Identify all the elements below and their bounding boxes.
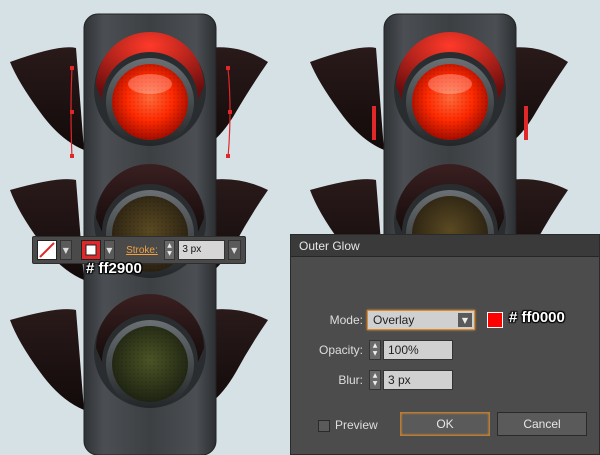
blur-label: Blur:	[338, 373, 363, 387]
dialog-body: Mode: Overlay ▼ # ff0000 Opacity: ▲ ▼ 100…	[291, 257, 599, 455]
cancel-button[interactable]: Cancel	[497, 412, 587, 436]
stroke-weight-dropdown[interactable]: ▼	[227, 240, 241, 260]
ok-button[interactable]: OK	[400, 412, 490, 436]
stroke-weight-field[interactable]: 3 px	[178, 240, 225, 260]
opacity-spinner[interactable]: ▲ ▼	[369, 340, 381, 360]
mode-select[interactable]: Overlay ▼	[367, 310, 475, 330]
opacity-field[interactable]: 100%	[383, 340, 453, 360]
mode-label: Mode:	[329, 313, 363, 327]
glow-color-swatch[interactable]	[487, 312, 503, 328]
stroke-weight-spinner[interactable]: ▲ ▼	[163, 240, 176, 260]
outer-glow-dialog: Outer Glow Mode: Overlay ▼ # ff0000 Opac…	[290, 234, 600, 455]
preview-checkbox[interactable]	[318, 420, 330, 432]
opacity-label: Opacity:	[318, 343, 363, 357]
stroke-dropdown-arrow[interactable]: ▼	[103, 240, 116, 260]
dialog-title: Outer Glow	[291, 235, 599, 257]
chevron-down-icon: ▼	[458, 313, 472, 327]
blur-field[interactable]: 3 px	[383, 370, 453, 390]
preview-label: Preview	[335, 418, 378, 432]
mode-value: Overlay	[373, 313, 415, 327]
left-color-annotation: # ff2900	[86, 260, 142, 277]
stroke-label-link[interactable]: Stroke:	[126, 245, 158, 256]
left-traffic-light	[10, 13, 268, 455]
fill-swatch-button[interactable]	[37, 240, 57, 260]
stroke-swatch-button[interactable]	[80, 240, 101, 260]
stroke-swatch-icon	[85, 244, 97, 256]
right-color-annotation: # ff0000	[509, 309, 565, 326]
no-fill-slash-icon	[39, 242, 55, 258]
blur-spinner[interactable]: ▲ ▼	[369, 370, 381, 390]
fill-dropdown-arrow[interactable]: ▼	[60, 240, 72, 260]
